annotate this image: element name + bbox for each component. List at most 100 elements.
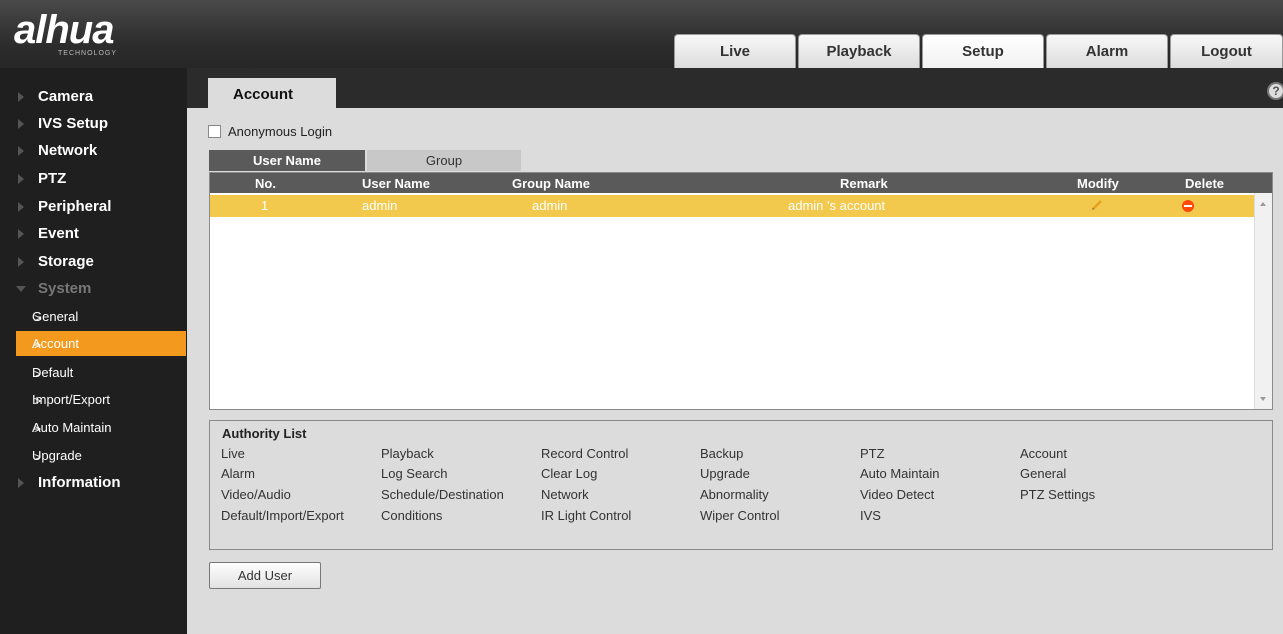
authority-list: Authority List Live Playback Record Contro… (209, 420, 1273, 550)
authority-item: Video/Audio (221, 487, 291, 502)
tab-logout[interactable]: Logout (1170, 34, 1283, 68)
arrow-right-icon (18, 92, 24, 102)
user-table: No. User Name Group Name Remark Modify D… (209, 172, 1273, 410)
sidebar-item-network[interactable]: Network (0, 137, 187, 164)
chevron-right-icon: > (34, 450, 42, 464)
sidebar-item-peripheral[interactable]: Peripheral (0, 193, 187, 220)
page-title: Account (208, 78, 336, 110)
chevron-right-icon: > (34, 338, 42, 352)
sidebar-subitem-general[interactable]: > General (16, 304, 186, 329)
sidebar-item-event[interactable]: Event (0, 220, 187, 247)
arrow-right-icon (18, 119, 24, 129)
delete-icon[interactable] (1182, 200, 1194, 212)
sidebar-item-ivs-setup[interactable]: IVS Setup (0, 110, 187, 137)
authority-item: Backup (700, 446, 744, 461)
pencil-icon[interactable] (1090, 198, 1104, 212)
authority-item: Abnormality (700, 487, 769, 502)
cell-remark: admin 's account (788, 198, 886, 213)
cell-user-name: admin (362, 198, 398, 213)
sidebar-item-label: Storage (38, 253, 94, 270)
sidebar-subitem-label: Import/Export (32, 392, 111, 407)
sidebar-subitem-import-export[interactable]: > Import/Export (16, 387, 186, 412)
arrow-right-icon (18, 257, 24, 267)
sidebar-subitem-upgrade[interactable]: > Upgrade (16, 443, 186, 468)
col-delete: Delete (1185, 176, 1225, 191)
scroll-down-icon[interactable] (1260, 397, 1266, 401)
authority-item: IR Light Control (541, 508, 632, 523)
cell-no: 1 (261, 198, 269, 213)
brand-logo: alhua (14, 8, 114, 52)
chevron-right-icon: > (34, 422, 42, 436)
col-user-name: User Name (362, 176, 430, 191)
cell-group-name: admin (532, 198, 568, 213)
authority-item: Live (221, 446, 245, 461)
add-user-button[interactable]: Add User (209, 562, 321, 589)
chevron-right-icon: > (34, 367, 42, 381)
authority-item: Wiper Control (700, 508, 780, 523)
authority-item: General (1020, 466, 1067, 481)
authority-item: PTZ (860, 446, 885, 461)
sidebar-item-camera[interactable]: Camera (0, 83, 187, 110)
sidebar-subitem-auto-maintain[interactable]: > Auto Maintain (16, 415, 186, 440)
sidebar-item-information[interactable]: Information (0, 469, 187, 496)
tab-setup[interactable]: Setup (922, 34, 1044, 68)
authority-item: Conditions (381, 508, 443, 523)
sidebar: Camera IVS Setup Network PTZ Peripheral … (0, 68, 187, 634)
authority-item: Default/Import/Export (221, 508, 344, 523)
sidebar-item-storage[interactable]: Storage (0, 248, 187, 275)
anonymous-login[interactable]: Anonymous Login (208, 124, 332, 139)
anonymous-login-checkbox[interactable] (208, 125, 221, 138)
authority-item: Upgrade (700, 466, 750, 481)
authority-item: Video Detect (860, 487, 935, 502)
sidebar-subitem-default[interactable]: > Default (16, 360, 186, 385)
arrow-right-icon (18, 229, 24, 239)
authority-item: IVS (860, 508, 881, 523)
tab-alarm[interactable]: Alarm (1046, 34, 1168, 68)
sidebar-item-label: PTZ (38, 170, 67, 187)
authority-item: Clear Log (541, 466, 598, 481)
arrow-right-icon (18, 202, 24, 212)
arrow-right-icon (18, 146, 24, 156)
sidebar-item-label: Peripheral (38, 198, 112, 215)
authority-list-title: Authority List (222, 426, 307, 441)
sidebar-item-label: IVS Setup (38, 115, 109, 132)
authority-item: Schedule/Destination (381, 487, 504, 502)
sidebar-subitem-label: Auto Maintain (32, 420, 112, 435)
top-bar: alhua TECHNOLOGY Live Playback Setup Ala… (0, 0, 1283, 68)
sidebar-item-label: Camera (38, 88, 94, 105)
brand-subtitle: TECHNOLOGY (58, 50, 118, 57)
sidebar-subitem-account[interactable]: > Account (16, 331, 186, 356)
table-row[interactable]: 1 admin admin admin 's account (210, 195, 1255, 217)
sidebar-item-label: Information (38, 474, 121, 491)
tab-playback[interactable]: Playback (798, 34, 920, 68)
arrow-down-icon (16, 286, 26, 292)
authority-item: Alarm (221, 466, 255, 481)
col-group-name: Group Name (512, 176, 591, 191)
sidebar-item-label: System (38, 280, 92, 297)
authority-item: PTZ Settings (1020, 487, 1096, 502)
chevron-right-icon: > (34, 394, 42, 408)
table-scrollbar[interactable] (1254, 193, 1272, 409)
sidebar-item-system[interactable]: System (0, 275, 187, 302)
sidebar-item-label: Event (38, 225, 79, 242)
authority-item: Record Control (541, 446, 629, 461)
subtab-group[interactable]: Group (367, 150, 521, 171)
sidebar-item-ptz[interactable]: PTZ (0, 165, 187, 192)
main-panel: Account ? Anonymous Login User Name Grou… (187, 68, 1283, 634)
arrow-right-icon (18, 174, 24, 184)
page-header: Account ? (187, 68, 1283, 110)
authority-item: Log Search (381, 466, 448, 481)
help-icon[interactable]: ? (1267, 82, 1283, 100)
authority-item: Network (541, 487, 589, 502)
chevron-right-icon: > (34, 311, 42, 325)
col-no: No. (255, 176, 276, 191)
col-modify: Modify (1077, 176, 1119, 191)
authority-item: Account (1020, 446, 1067, 461)
subtab-user-name[interactable]: User Name (209, 150, 365, 171)
authority-item: Auto Maintain (860, 466, 940, 481)
tab-live[interactable]: Live (674, 34, 796, 68)
anonymous-login-label: Anonymous Login (228, 124, 333, 139)
col-remark: Remark (840, 176, 888, 191)
scroll-up-icon[interactable] (1260, 202, 1266, 206)
authority-item: Playback (381, 446, 434, 461)
